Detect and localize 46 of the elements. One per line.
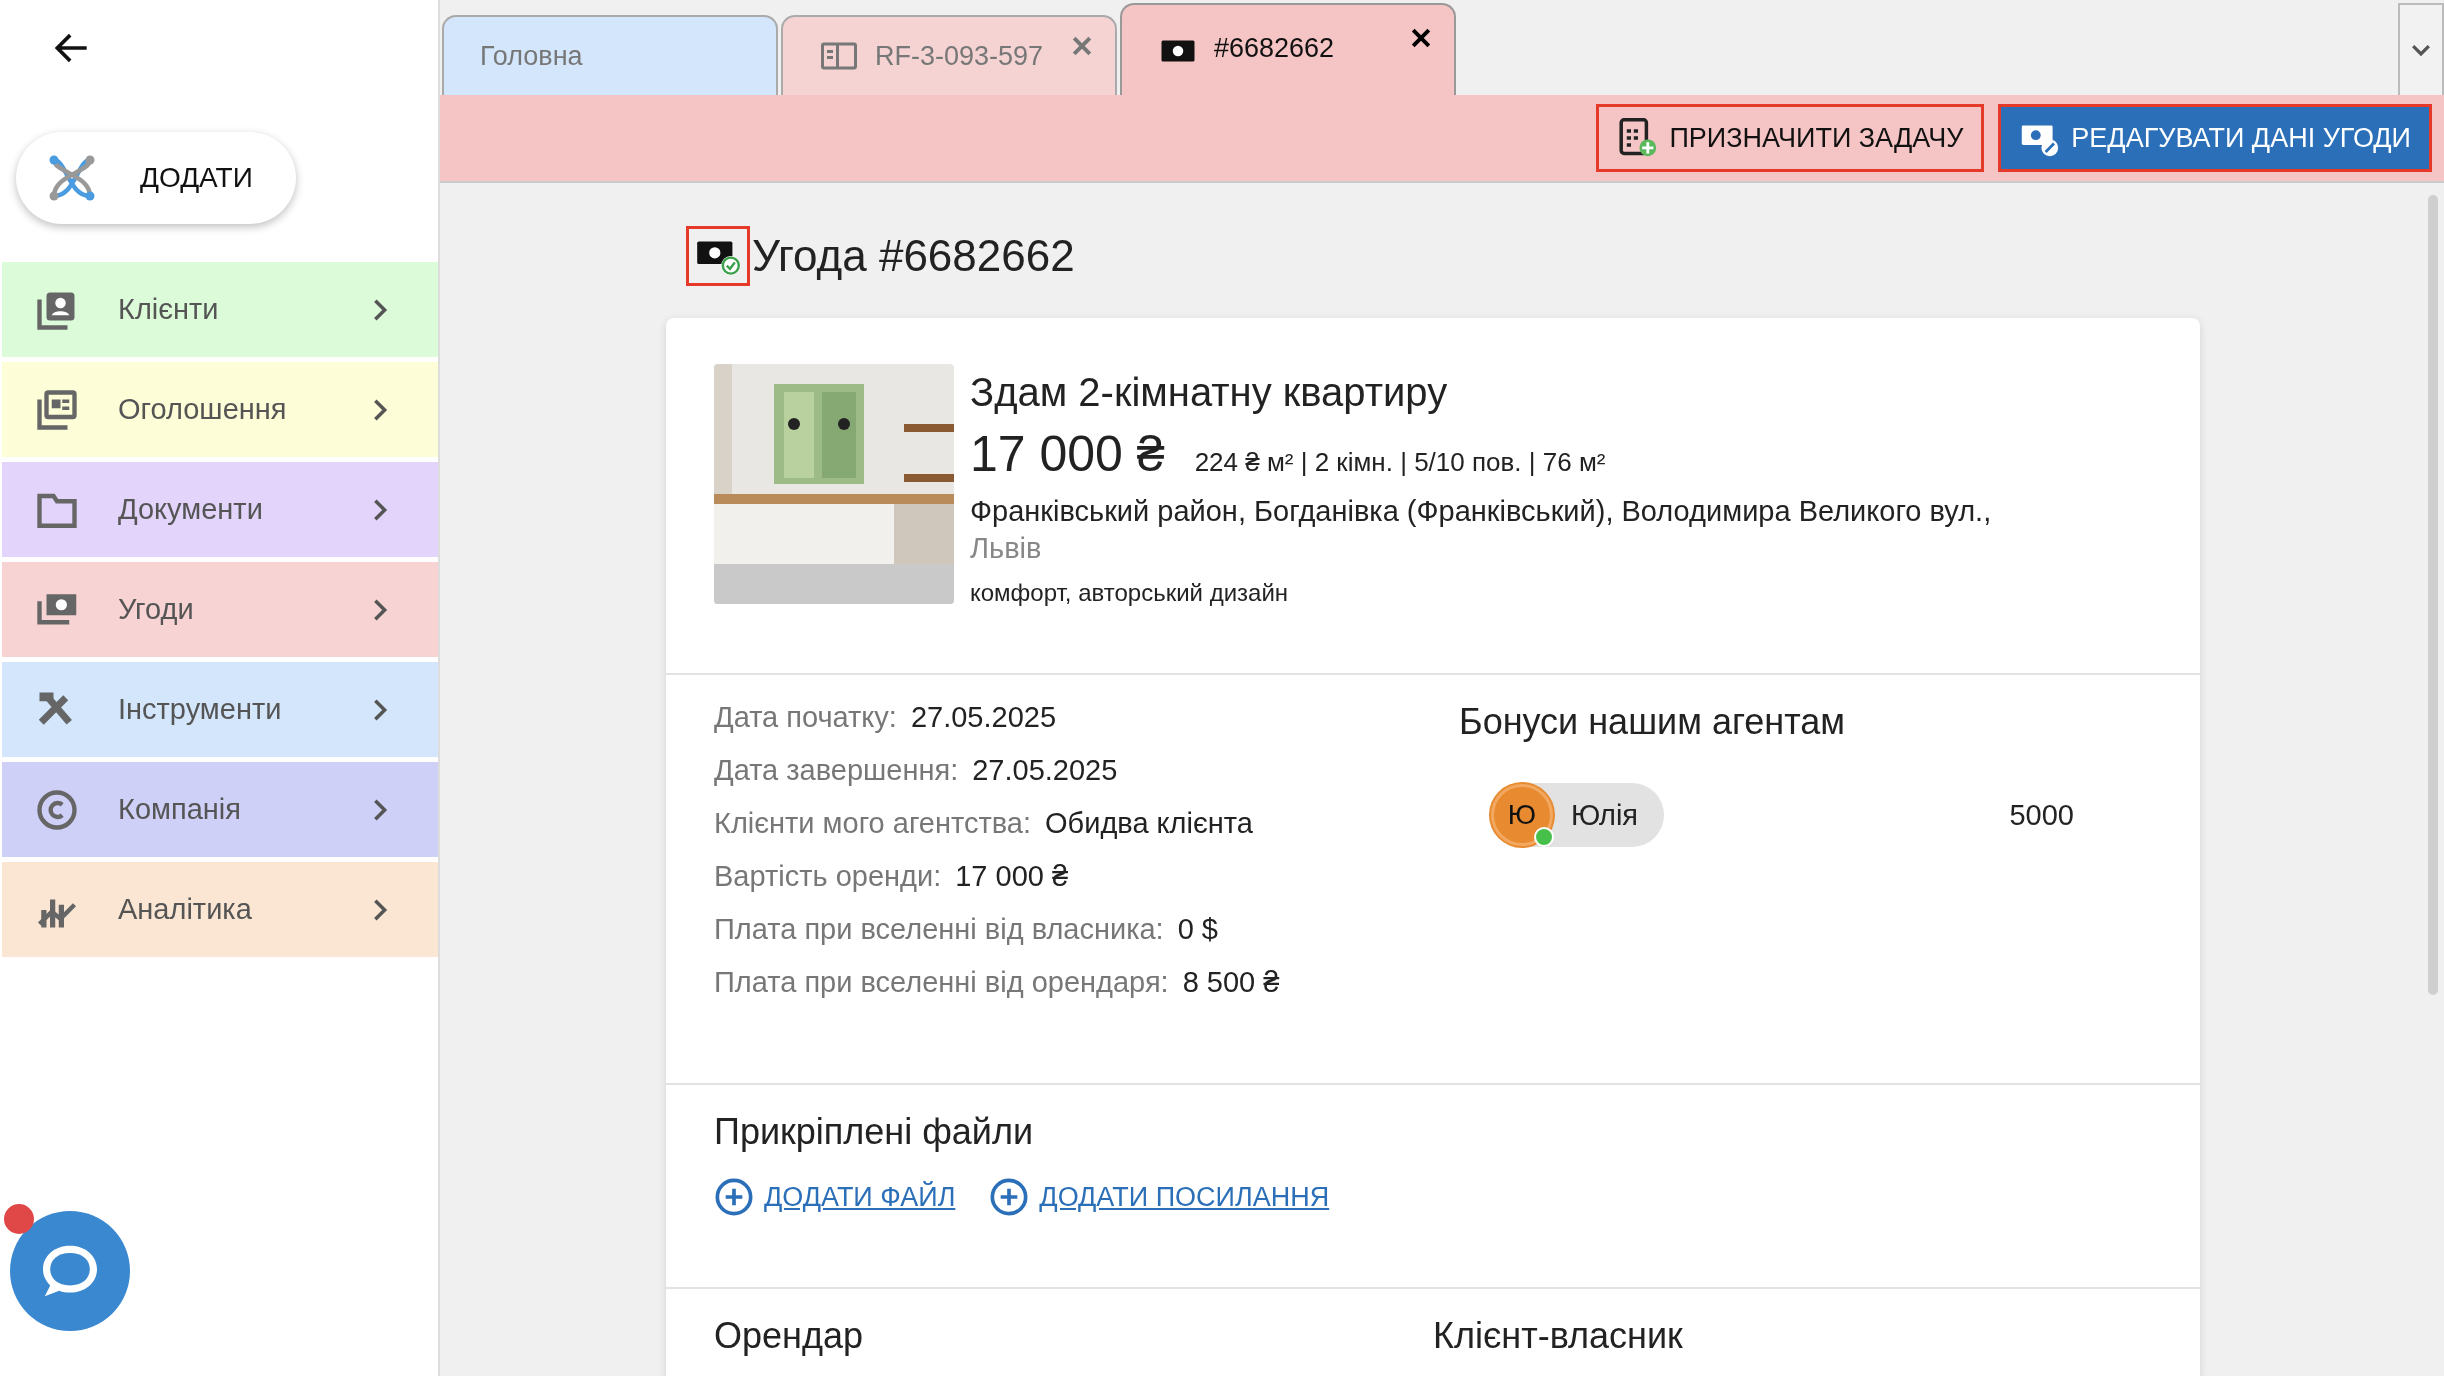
sidebar-item[interactable]: Угоди: [2, 562, 438, 657]
field-value: Обидва клієнта: [1045, 807, 1253, 839]
sidebar-item[interactable]: Інструменти: [2, 662, 438, 757]
tab[interactable]: RF-3-093-597: [781, 15, 1117, 95]
sidebar-item[interactable]: Компанія: [2, 762, 438, 857]
field-value: 0 $: [1177, 913, 1218, 945]
listing-title[interactable]: Здам 2-кімнатну квартиру: [970, 370, 1992, 415]
field-label: Дата завершення:: [714, 754, 959, 786]
field-label: Клієнти мого агентства:: [714, 807, 1032, 839]
field-label: Вартість оренди:: [714, 860, 942, 892]
field-value: 27.05.2025: [972, 754, 1118, 786]
field-label: Плата при вселенні від орендаря:: [714, 966, 1169, 998]
page-title: Угода #6682662: [752, 231, 1075, 281]
plus-circle-icon: [714, 1177, 754, 1217]
add-button[interactable]: ДОДАТИ: [16, 132, 296, 224]
newspaper-icon: [36, 388, 78, 431]
address: Франківський район, Богданівка (Франківський), Володимира Великого вул.,: [970, 495, 1992, 528]
price: 17 000 ₴: [970, 425, 1165, 483]
add-link[interactable]: ДОДАТИ ПОСИЛАННЯ: [989, 1177, 1330, 1217]
assign-task-button[interactable]: ПРИЗНАЧИТИ ЗАДАЧУ: [1596, 104, 1985, 172]
section-heading: Бонуси нашим агентам: [1459, 701, 1846, 743]
section-heading: Орендар: [714, 1315, 864, 1357]
sidebar-item[interactable]: Аналітика: [2, 862, 438, 957]
plus-circle-icon: [989, 1177, 1030, 1217]
agent-chip[interactable]: Ю Юлія: [1489, 783, 1665, 847]
sidebar-item[interactable]: Клієнти: [2, 262, 438, 357]
sidebar-item[interactable]: Оголошення: [2, 362, 438, 457]
avatar: Ю: [1491, 784, 1553, 846]
section-heading: Клієнт-власник: [1433, 1315, 1684, 1357]
bonus-amount: 5000: [2009, 798, 2074, 832]
field-value: 17 000 ₴: [955, 860, 1069, 892]
field-label: Дата початку:: [714, 701, 897, 733]
field-value: 8 500 ₴: [1182, 966, 1280, 998]
listing-specs: 224 ₴ м² | 2 кімн. | 5/10 пов. | 76 м²: [1194, 447, 1606, 478]
scrollbar[interactable]: [2428, 195, 2438, 995]
edit-deal-button[interactable]: РЕДАГУВАТИ ДАНІ УГОДИ: [1998, 104, 2432, 172]
copyright-icon: [36, 788, 78, 831]
tab[interactable]: Головна: [442, 15, 778, 95]
city: Львів: [970, 532, 1043, 565]
field-label: Плата при вселенні від власника:: [714, 913, 1164, 945]
field-value: 27.05.2025: [910, 701, 1057, 733]
tab[interactable]: #6682662: [1120, 3, 1456, 95]
listing-tags: комфорт, авторський дизайн: [970, 579, 1992, 607]
add-link[interactable]: ДОДАТИ ФАЙЛ: [714, 1177, 956, 1217]
section-heading: Прикріплені файли: [714, 1111, 1035, 1153]
sidebar-item[interactable]: Документи: [2, 462, 438, 557]
